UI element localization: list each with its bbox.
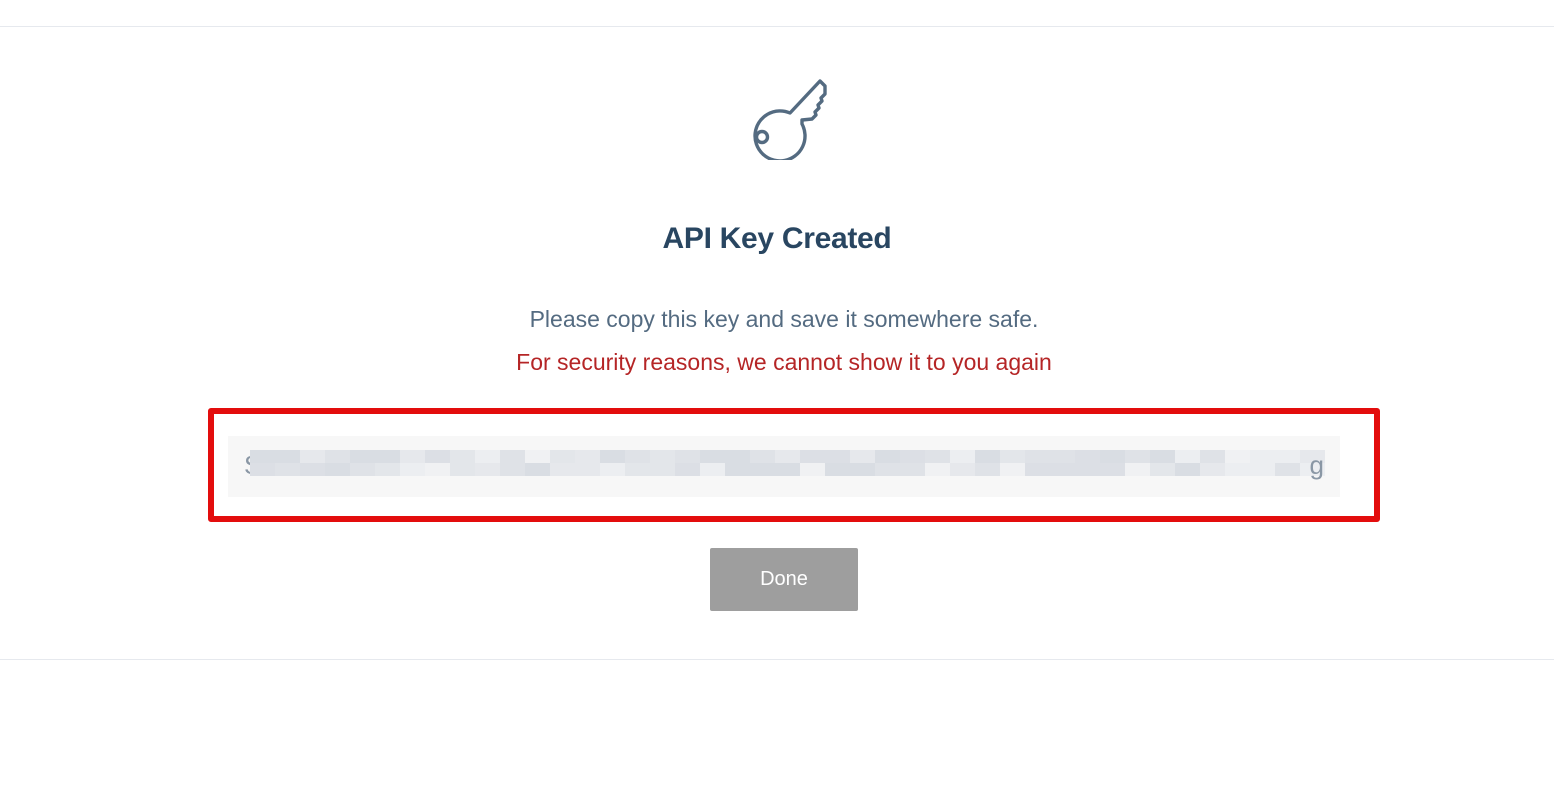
dialog-title: API Key Created: [662, 222, 892, 255]
done-button[interactable]: Done: [710, 548, 858, 611]
bottom-divider: [0, 659, 1554, 660]
copy-instruction: Please copy this key and save it somewhe…: [529, 306, 1039, 332]
api-key-highlight-box: [208, 408, 1380, 522]
security-warning: For security reasons, we cannot show it …: [516, 349, 1052, 375]
top-divider: [0, 26, 1554, 27]
key-icon: [753, 79, 827, 160]
api-key-created-page: API Key Created Please copy this key and…: [0, 0, 1554, 810]
